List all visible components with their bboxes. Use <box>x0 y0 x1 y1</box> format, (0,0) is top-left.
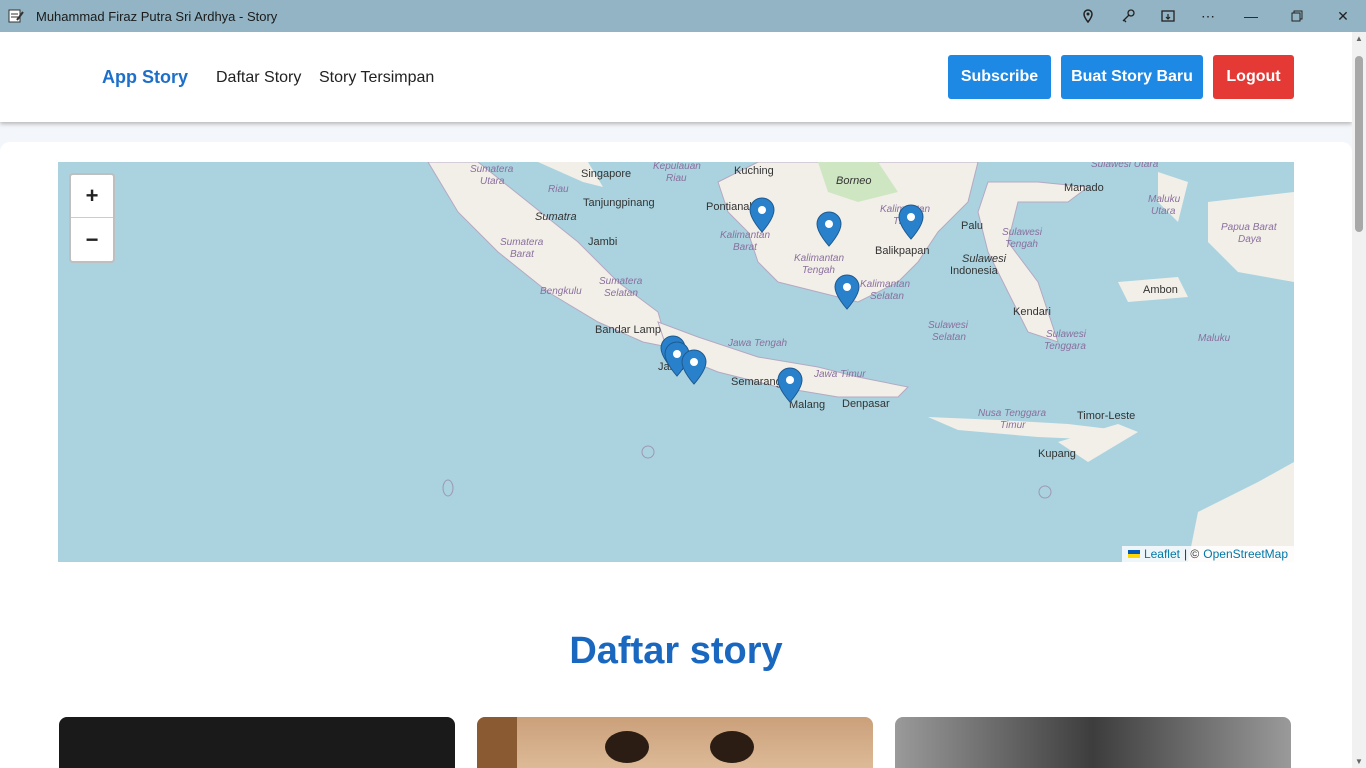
nav-daftar-story[interactable]: Daftar Story <box>216 69 301 87</box>
navbar: App Story Daftar Story Story Tersimpan S… <box>0 32 1352 122</box>
minimize-icon[interactable]: — <box>1228 0 1274 32</box>
main-content: Singapore Tanjungpinang Sumatra Jambi Be… <box>0 142 1352 768</box>
subscribe-button[interactable]: Subscribe <box>948 55 1051 99</box>
brand-link[interactable]: App Story <box>102 67 188 88</box>
attribution-separator: | © <box>1183 547 1200 561</box>
new-story-button[interactable]: Buat Story Baru <box>1061 55 1203 99</box>
app-install-icon[interactable] <box>1148 0 1188 32</box>
marker-pin[interactable] <box>749 197 775 233</box>
key-icon[interactable] <box>1108 0 1148 32</box>
story-map[interactable]: Singapore Tanjungpinang Sumatra Jambi Be… <box>58 162 1294 562</box>
map-markers <box>660 197 924 403</box>
more-icon[interactable]: ⋯ <box>1188 0 1228 32</box>
logout-button[interactable]: Logout <box>1213 55 1294 99</box>
marker-pin[interactable] <box>834 274 860 310</box>
nav-story-tersimpan[interactable]: Story Tersimpan <box>319 69 434 87</box>
page: App Story Daftar Story Story Tersimpan S… <box>0 32 1352 768</box>
story-card[interactable] <box>895 717 1291 768</box>
marker-pin[interactable] <box>816 211 842 247</box>
app-icon <box>8 8 24 24</box>
marker-pin[interactable] <box>898 204 924 240</box>
location-icon[interactable] <box>1068 0 1108 32</box>
scrollbar[interactable]: ▲ ▼ <box>1352 32 1366 768</box>
window-title: Muhammad Firaz Putra Sri Ardhya - Story <box>36 8 278 24</box>
scrollbar-thumb[interactable] <box>1355 56 1363 232</box>
story-card[interactable] <box>477 717 873 768</box>
scroll-up-icon[interactable]: ▲ <box>1355 34 1363 43</box>
zoom-out-button[interactable]: − <box>71 218 113 261</box>
zoom-control: + − <box>69 173 115 263</box>
zoom-in-button[interactable]: + <box>71 175 113 218</box>
scroll-down-icon[interactable]: ▼ <box>1355 757 1363 766</box>
section-title: Daftar story <box>569 630 783 672</box>
leaflet-link[interactable]: Leaflet <box>1144 547 1180 561</box>
maximize-icon[interactable] <box>1274 0 1320 32</box>
window-titlebar: Muhammad Firaz Putra Sri Ardhya - Story … <box>0 0 1366 32</box>
osm-link[interactable]: OpenStreetMap <box>1203 547 1288 561</box>
marker-pin[interactable] <box>777 367 803 403</box>
story-card[interactable] <box>59 717 455 768</box>
close-icon[interactable]: ✕ <box>1320 0 1366 32</box>
ukraine-flag-icon <box>1127 550 1140 558</box>
map-attribution: Leaflet | © OpenStreetMap <box>1121 546 1294 562</box>
marker-pin[interactable] <box>681 349 707 385</box>
